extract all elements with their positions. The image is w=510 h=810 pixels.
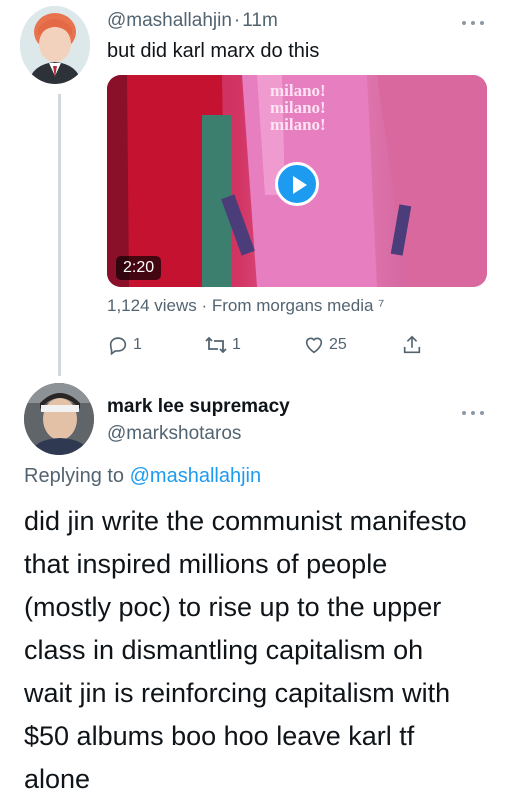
author-display-name[interactable]: mark lee supremacy — [107, 396, 290, 418]
thread-connector-line — [58, 94, 61, 376]
more-horizontal-icon[interactable] — [460, 12, 486, 32]
tweet-text-line: that inspired millions of people — [24, 549, 388, 579]
shirt-text-line: milano! — [270, 81, 326, 100]
more-horizontal-icon[interactable] — [460, 402, 486, 422]
separator-dot: · — [233, 10, 241, 31]
tweet-text-line: $50 albums boo hoo leave karl tf — [24, 721, 415, 751]
tweet-text: did jin write the communist manifesto th… — [24, 500, 504, 801]
shirt-text-line: milano! — [270, 98, 326, 117]
replying-mention-link[interactable]: @mashallahjin — [130, 465, 261, 487]
author-handle[interactable]: @mashallahjin — [107, 10, 232, 31]
like-count: 25 — [329, 336, 347, 353]
tweet-text-line: did jin write the communist manifesto — [24, 506, 467, 536]
tweet-text: but did karl marx do this — [107, 40, 320, 62]
replying-to-line: Replying to @mashallahjin — [24, 465, 261, 488]
reply-icon — [109, 337, 127, 356]
video-duration-badge: 2:20 — [116, 256, 162, 280]
tweet-header: @mashallahjin · 11m — [107, 10, 278, 32]
tweet-text-line: wait jin is reinforcing capitalism with — [24, 678, 451, 708]
reply-count: 1 — [133, 336, 142, 353]
heart-icon — [305, 337, 323, 354]
share-button[interactable] — [401, 334, 423, 356]
timestamp[interactable]: 11m — [242, 10, 278, 31]
tweet-text-line: (mostly poc) to rise up to the upper — [24, 592, 442, 622]
play-icon[interactable] — [275, 162, 319, 206]
author-handle[interactable]: @markshotaros — [107, 423, 241, 445]
shirt-text-line: milano! — [270, 115, 326, 134]
share-icon — [403, 335, 421, 354]
avatar[interactable] — [20, 6, 90, 84]
avatar[interactable] — [24, 383, 94, 455]
like-button[interactable]: 25 — [303, 334, 347, 356]
video-shirt-text: milano! milano! milano! — [270, 82, 326, 133]
reply-button[interactable]: 1 — [107, 334, 142, 356]
retweet-icon — [205, 336, 227, 354]
tweet-text-line: class in dismantling capitalism oh — [24, 635, 424, 665]
tweet-text-line: alone — [24, 764, 91, 794]
replying-prefix: Replying to — [24, 465, 125, 487]
retweet-button[interactable]: 1 — [204, 334, 241, 356]
retweet-count: 1 — [232, 336, 241, 353]
view-count-line: 1,124 views · From morgans media ⁷ — [107, 296, 385, 315]
